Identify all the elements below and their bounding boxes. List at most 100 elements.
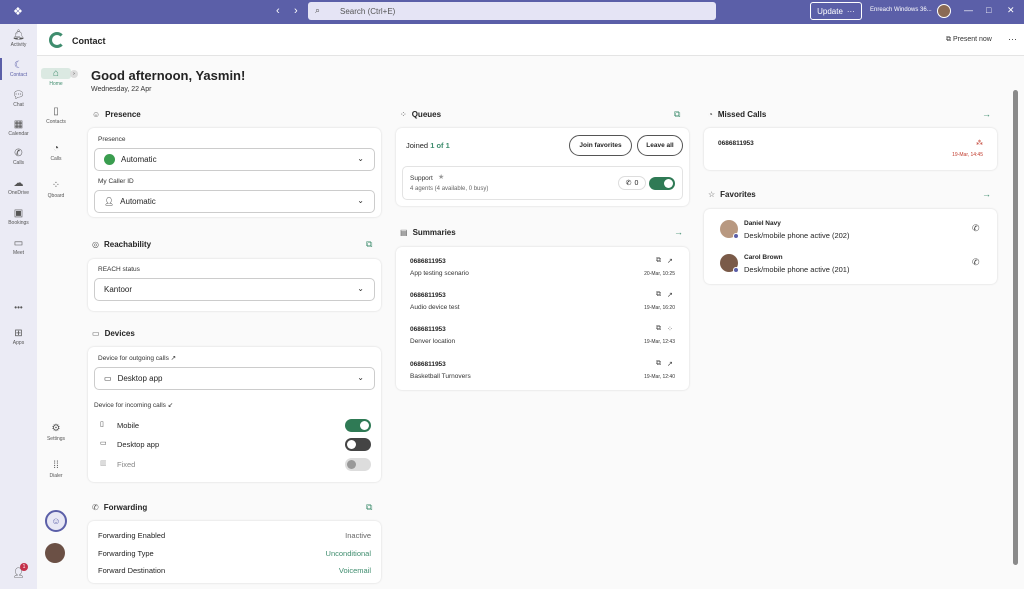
close-icon[interactable]: ✕ — [1007, 5, 1015, 16]
forward-destination-label: Forward Destination — [98, 566, 166, 575]
devices-header: ▭ Devices — [92, 329, 135, 338]
calendar-icon: ▦ — [13, 119, 24, 130]
phone-icon[interactable]: ✆ — [972, 257, 980, 268]
notification-badge: 1 — [20, 563, 28, 571]
home-icon: ⌂ — [41, 68, 71, 79]
chevron-down-icon: ⌄ — [357, 154, 364, 163]
missed-call-time: 19-Mar, 14:45 — [952, 152, 983, 158]
arrow-right-icon[interactable]: → — [674, 227, 683, 237]
forward-icon[interactable]: › — [294, 5, 298, 17]
reach-status-select[interactable]: Kantoor ⌄ — [94, 278, 375, 301]
nav-contacts[interactable]: ▯ Contacts — [41, 106, 71, 125]
greeting: Good afternoon, Yasmin! — [91, 68, 246, 83]
contact-app-icon: ☾ — [14, 60, 23, 71]
outgoing-device-select[interactable]: ▭ Desktop app ⌄ — [94, 367, 375, 390]
rail-item-onedrive[interactable]: ☁ OneDrive — [0, 178, 37, 196]
avatar[interactable] — [937, 4, 951, 18]
phone-icon: ✆ — [14, 148, 23, 159]
app-header — [37, 24, 1024, 56]
rail-item-chat[interactable]: 💬︎ Chat — [0, 90, 37, 108]
join-favorites-button[interactable]: Join favorites — [569, 135, 632, 156]
bot-icon[interactable]: ☺ — [45, 510, 67, 532]
rail-item-activity[interactable]: 🔔︎ Activity — [0, 30, 37, 48]
star-outline-icon: ☆ — [708, 190, 716, 199]
forwarding-type-value[interactable]: Unconditional — [300, 549, 371, 558]
deskphone-icon: ▥ — [100, 460, 107, 467]
contacts-book-icon: ▯ — [53, 106, 59, 117]
chat-icon: 💬︎ — [12, 90, 25, 101]
presence-dot-icon — [733, 233, 739, 239]
nav-qboard[interactable]: ⁘ Qboard — [41, 180, 71, 199]
star-icon[interactable]: ★ — [438, 173, 444, 181]
rail-item-contact[interactable]: ☾ Contact — [0, 60, 37, 78]
laptop-icon: ▭ — [104, 374, 112, 383]
caller-id-select[interactable]: 👤︎ Automatic ⌄ — [94, 190, 375, 213]
queues-header: ⁘ Queues — [400, 110, 442, 119]
forward-phone-icon: ✆ — [92, 503, 99, 512]
rail-more[interactable]: ••• — [0, 303, 37, 312]
calls-icon: ◔ — [52, 143, 60, 154]
queues-joined: Joined 1 of 1 — [406, 141, 450, 150]
people-icon[interactable]: 👤︎ — [0, 568, 37, 579]
summary-icon: ⧉ — [656, 257, 661, 264]
nav-home[interactable]: ⌂ Home — [41, 68, 71, 87]
bell-icon: 🔔︎ — [12, 30, 25, 41]
arrow-right-icon[interactable]: → — [982, 189, 991, 199]
leave-all-button[interactable]: Leave all — [637, 135, 683, 156]
summaries-card — [396, 247, 689, 390]
forwarding-type-label: Forwarding Type — [98, 549, 154, 558]
app-title: Contact — [72, 36, 106, 46]
forwarding-header: ✆ Forwarding — [92, 503, 148, 512]
video-icon: ▭ — [13, 238, 24, 249]
rail-item-bookings[interactable]: ▣ Bookings — [0, 208, 37, 226]
mobile-toggle[interactable] — [345, 419, 371, 432]
missed-call-number[interactable]: 0686811953 — [718, 140, 754, 147]
missed-calls-card — [704, 128, 997, 170]
rail-item-meet[interactable]: ▭ Meet — [0, 238, 37, 256]
update-button[interactable]: Update ··· — [810, 2, 862, 20]
maximize-icon[interactable]: □ — [986, 5, 991, 15]
back-icon[interactable]: ‹ — [276, 5, 280, 17]
rail-item-calls[interactable]: ✆ Calls — [0, 148, 37, 166]
open-external-icon[interactable]: ⧉ — [366, 502, 372, 513]
rail-item-calendar[interactable]: ▦ Calendar — [0, 119, 37, 137]
outgoing-call-icon: ↗ — [667, 258, 673, 265]
forward-destination-value[interactable]: Voicemail — [300, 566, 371, 575]
open-external-icon[interactable]: ⧉ — [366, 239, 372, 250]
status-available-icon — [104, 154, 115, 165]
nav-calls[interactable]: ◔ Calls — [41, 143, 71, 162]
chevron-down-icon: ⌄ — [357, 373, 364, 382]
desktop-toggle[interactable] — [345, 438, 371, 451]
incoming-device-label: Device for incoming calls ↙ — [94, 402, 174, 409]
favorites-header: ☆ Favorites — [708, 190, 756, 199]
open-external-icon[interactable]: ⧉ — [674, 109, 680, 120]
present-now-button[interactable]: ⧉ Present now — [946, 36, 992, 44]
cloud-icon: ☁ — [13, 178, 24, 189]
nav-dialer[interactable]: ⁞⁞ Dialer — [41, 460, 71, 479]
presence-icon: ☺ — [92, 110, 101, 119]
missed-call-icon: ◔ — [708, 110, 713, 119]
arrow-right-icon[interactable]: → — [982, 109, 991, 119]
phone-icon[interactable]: ✆ — [972, 223, 980, 234]
rail-item-apps[interactable]: ⊞ Apps — [0, 328, 37, 346]
user-avatar[interactable] — [45, 543, 65, 563]
search-input[interactable]: ⌕ Search (Ctrl+E) — [308, 2, 716, 20]
contact-logo-icon — [49, 32, 65, 48]
presence-select[interactable]: Automatic ⌄ — [94, 148, 375, 171]
summary-icon: ⧉ — [656, 291, 661, 298]
minimize-icon[interactable]: — — [964, 5, 973, 15]
forwarding-enabled-value: Inactive — [345, 531, 371, 540]
queues-icon: ⁘ — [400, 110, 407, 119]
gear-icon: ⚙ — [51, 423, 61, 434]
mobile-icon: ▯ — [100, 421, 104, 428]
more-options-icon[interactable]: ··· — [1008, 34, 1017, 44]
group-call-icon: ⁘ — [667, 326, 673, 333]
scrollbar[interactable] — [1013, 90, 1018, 565]
expand-chevron-icon[interactable]: › — [70, 70, 78, 78]
bookings-icon: ▣ — [13, 208, 24, 219]
nav-settings[interactable]: ⚙ Settings — [41, 423, 71, 442]
caller-id-label: My Caller ID — [98, 178, 134, 185]
queue-toggle[interactable] — [649, 177, 675, 190]
qboard-icon: ⁘ — [51, 180, 61, 191]
chevron-down-icon: ⌄ — [357, 284, 364, 293]
